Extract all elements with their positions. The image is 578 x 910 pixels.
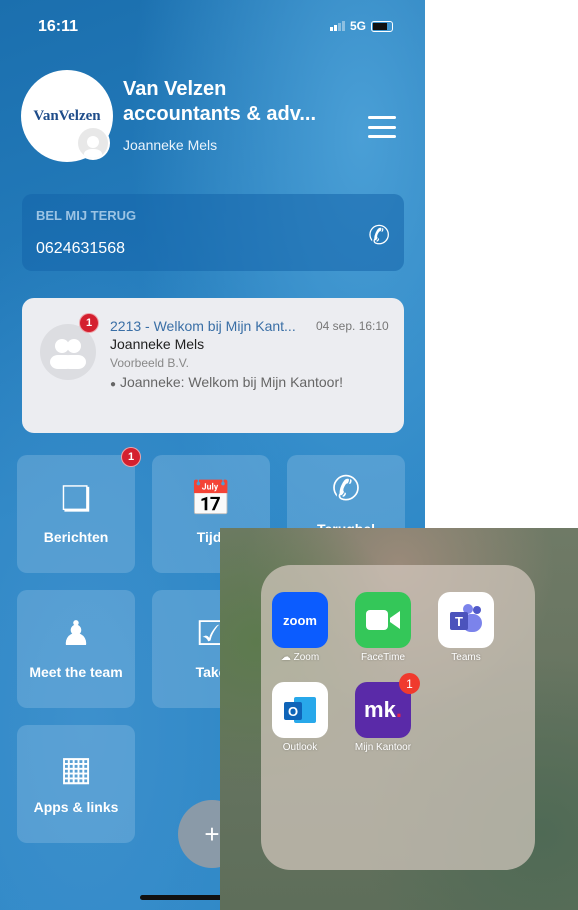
person-icon bbox=[84, 136, 102, 158]
unread-badge: 1 bbox=[79, 313, 99, 333]
callback-label: BEL MIJ TERUG bbox=[36, 208, 137, 223]
phone-icon: ✆ bbox=[331, 470, 361, 508]
message-date: 04 sep. 16:10 bbox=[316, 319, 389, 333]
person-icon: ♟ bbox=[60, 615, 92, 653]
teams-icon: T bbox=[438, 592, 494, 648]
svg-text:T: T bbox=[455, 614, 463, 629]
phone-icon[interactable]: ✆ bbox=[368, 220, 390, 251]
zoom-icon: zoom bbox=[272, 592, 328, 648]
app-badge: 1 bbox=[399, 673, 420, 694]
app-mijn-kantoor[interactable]: mk. 1 Mijn Kantoor bbox=[343, 673, 423, 753]
message-preview: ● Joanneke: Welkom bij Mijn Kantoor! bbox=[110, 374, 344, 390]
message-card[interactable]: 1 2213 - Welkom bij Mijn Kant... 04 sep.… bbox=[22, 298, 404, 433]
app-facetime[interactable]: FaceTime bbox=[343, 592, 423, 663]
svg-text:O: O bbox=[288, 704, 298, 719]
chat-bubbles-icon: ❏ bbox=[60, 480, 92, 518]
grid-icon: ▦ bbox=[59, 750, 93, 788]
app-zoom[interactable]: zoom ☁ Zoom bbox=[260, 592, 340, 663]
user-name: Joanneke Mels bbox=[123, 137, 218, 153]
tile-meet-the-team[interactable]: ♟ Meet the team bbox=[17, 590, 135, 708]
network-label: 5G bbox=[350, 19, 367, 33]
app-folder: zoom ☁ Zoom FaceTime T Teams O Outlook m… bbox=[261, 565, 535, 870]
mijn-kantoor-icon: mk. 1 bbox=[355, 673, 420, 738]
battery-icon bbox=[371, 20, 394, 32]
comment-icon: ● bbox=[110, 379, 117, 390]
ios-folder-overlay: zoom ☁ Zoom FaceTime T Teams O Outlook m… bbox=[220, 528, 578, 910]
company-title: Van Velzen accountants & adv... bbox=[123, 78, 317, 125]
app-outlook[interactable]: O Outlook bbox=[260, 682, 340, 753]
status-time: 16:11 bbox=[38, 18, 79, 35]
message-sender: Joanneke Mels bbox=[110, 336, 205, 352]
facetime-icon bbox=[355, 592, 411, 648]
tile-badge: 1 bbox=[121, 447, 141, 467]
outlook-icon: O bbox=[272, 682, 328, 738]
callback-number: 0624631568 bbox=[36, 240, 125, 257]
hamburger-icon[interactable] bbox=[368, 116, 396, 138]
app-teams[interactable]: T Teams bbox=[426, 592, 506, 663]
message-org: Voorbeeld B.V. bbox=[110, 356, 189, 370]
message-subject: 2213 - Welkom bij Mijn Kant... bbox=[110, 318, 296, 334]
tile-berichten[interactable]: ❏ Berichten 1 bbox=[17, 447, 141, 573]
calendar-icon: 📅 bbox=[189, 480, 233, 518]
user-avatar[interactable] bbox=[76, 126, 110, 160]
tile-apps-links[interactable]: ▦ Apps & links bbox=[17, 725, 135, 843]
status-bar-right: 5G bbox=[330, 19, 394, 33]
callback-card[interactable]: BEL MIJ TERUG 0624631568 ✆ bbox=[22, 194, 404, 271]
signal-icon bbox=[330, 21, 345, 31]
